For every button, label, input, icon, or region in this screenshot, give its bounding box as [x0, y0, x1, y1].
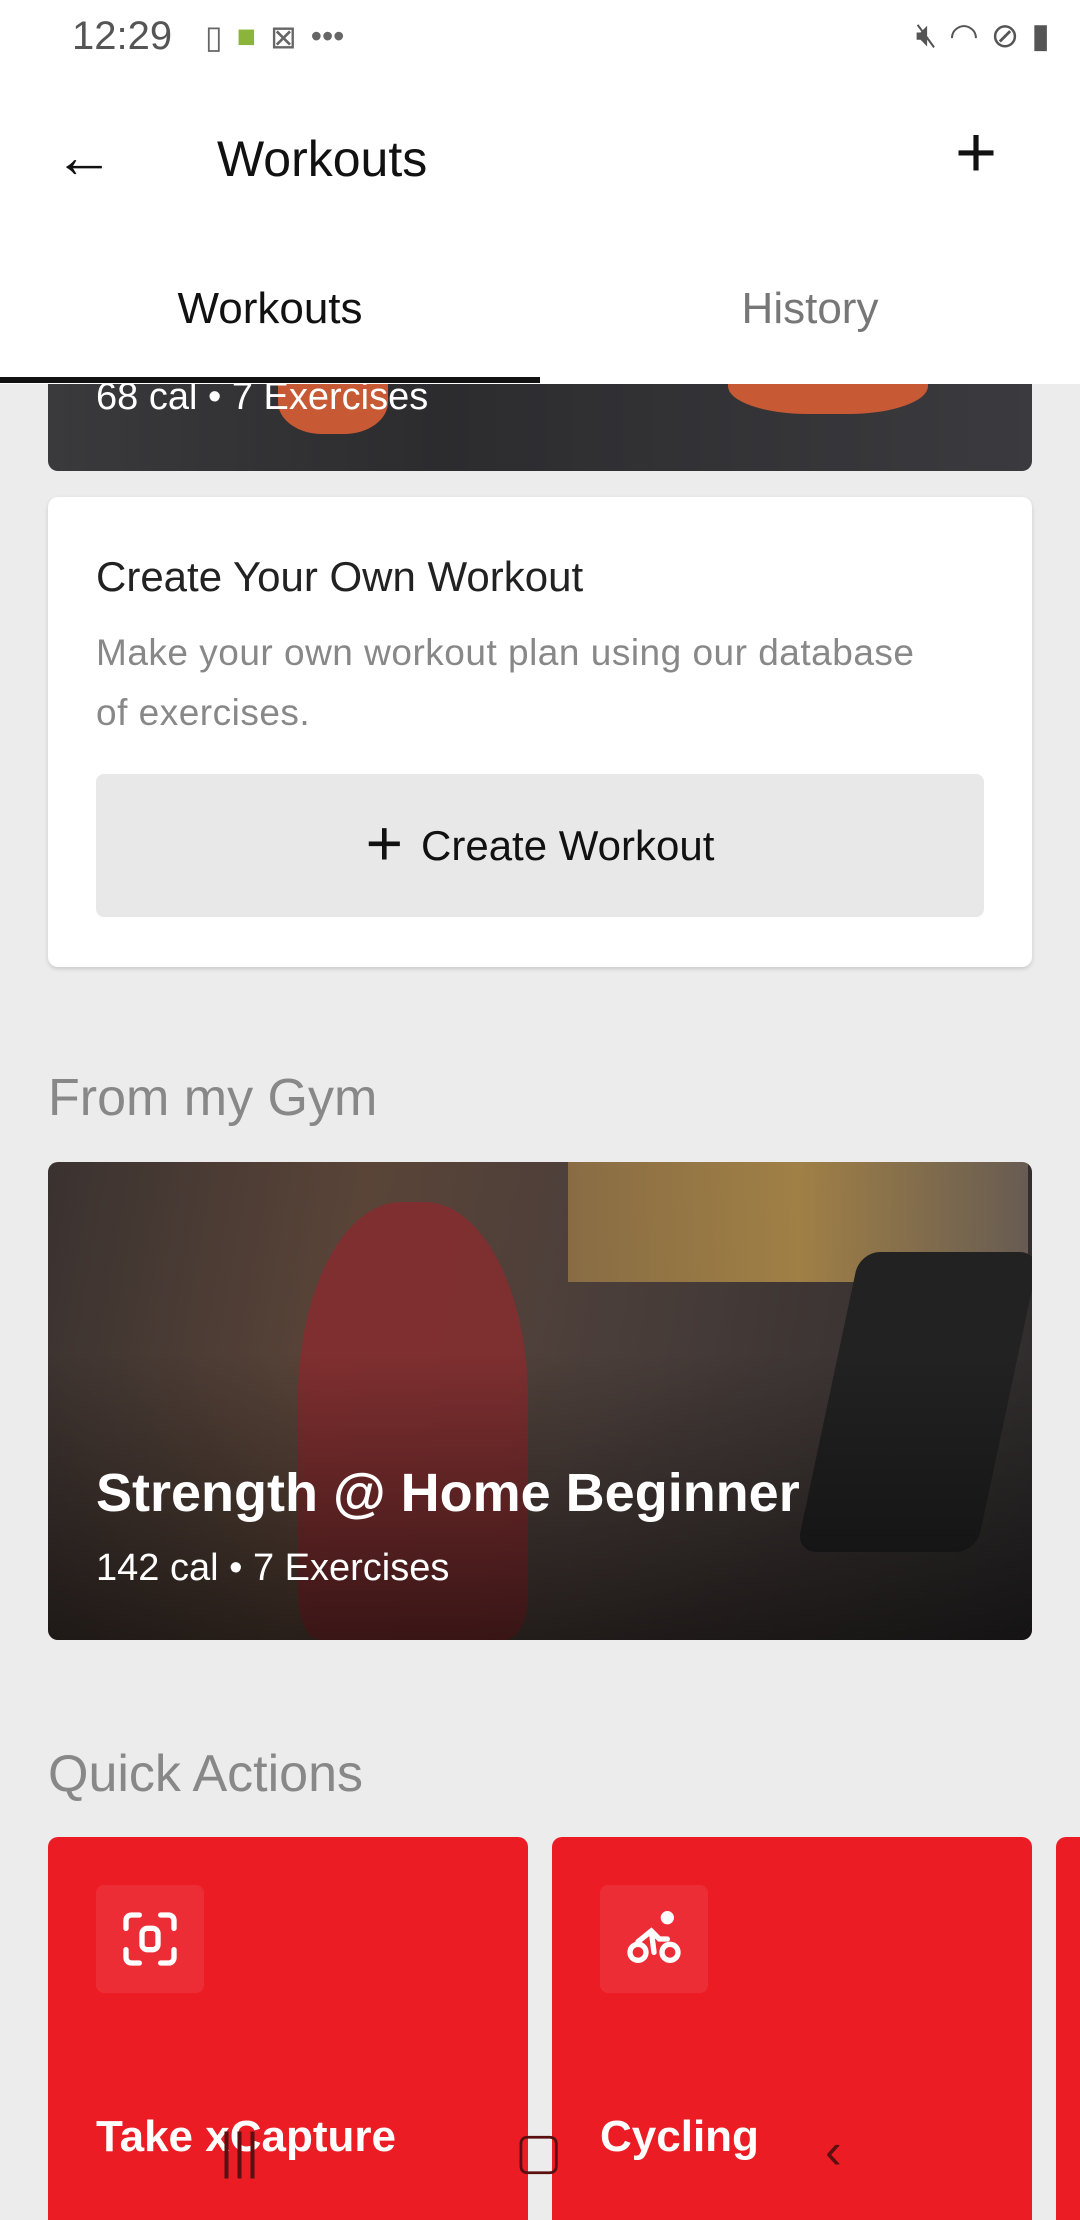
status-bar: 12:29 ▯ ■ ⊠ ••• 🔇︎ ◠ ⊘ ▮: [0, 0, 1080, 72]
wifi-icon: ◠: [949, 17, 979, 55]
section-heading-quick-actions: Quick Actions: [48, 1745, 364, 1803]
android-icon: ■: [236, 18, 256, 54]
battery-icon: ▮: [1031, 17, 1050, 55]
mute-icon: 🔇︎: [915, 16, 938, 54]
checklist-phone-icon: ▯: [205, 19, 223, 55]
back-arrow-icon[interactable]: ←: [54, 122, 114, 191]
status-time: 12:29: [72, 14, 173, 58]
gym-workout-card[interactable]: Strength @ Home Beginner 142 cal • 7 Exe…: [48, 1162, 1032, 1640]
create-workout-card: Create Your Own Workout Make your own wo…: [48, 497, 1032, 967]
plus-icon: +: [365, 806, 404, 879]
quick-action-partial[interactable]: [1056, 1837, 1080, 2220]
section-heading-gym: From my Gym: [48, 1069, 378, 1127]
more-dots-icon: •••: [310, 18, 345, 54]
home-icon[interactable]: ▢: [515, 2122, 562, 2180]
recent-apps-icon[interactable]: |||: [220, 2122, 259, 2180]
add-workout-button[interactable]: +: [955, 112, 997, 194]
cycling-icon: [600, 1885, 708, 1993]
create-workout-title: Create Your Own Workout: [96, 553, 584, 600]
tab-workouts[interactable]: Workouts: [0, 284, 540, 334]
create-workout-label: Create Workout: [421, 821, 715, 869]
quick-action-xcapture[interactable]: Take xCapture: [48, 1837, 528, 2220]
workout-image-detail: [728, 384, 928, 414]
create-workout-button[interactable]: + Create Workout: [96, 774, 984, 917]
workout-card[interactable]: 68 cal • 7 Exercises: [48, 384, 1032, 471]
workout-meta: 68 cal • 7 Exercises: [96, 384, 429, 418]
gym-workout-meta: 142 cal • 7 Exercises: [96, 1547, 450, 1589]
scan-icon: [96, 1885, 204, 1993]
quick-action-cycling[interactable]: Cycling: [552, 1837, 1032, 2220]
create-workout-description: Make your own workout plan using our dat…: [96, 632, 915, 733]
page-title: Workouts: [217, 131, 428, 187]
tab-history[interactable]: History: [540, 284, 1080, 334]
quick-action-label: Cycling: [600, 2112, 759, 2161]
nav-back-icon[interactable]: ‹: [825, 2122, 842, 2180]
app-bar: ← Workouts + Workouts History: [0, 72, 1080, 384]
tab-indicator: [0, 377, 540, 383]
gym-workout-title: Strength @ Home Beginner: [96, 1463, 800, 1523]
sim-dollar-icon: ⊠: [269, 19, 297, 55]
do-not-disturb-icon: ⊘: [990, 17, 1020, 55]
